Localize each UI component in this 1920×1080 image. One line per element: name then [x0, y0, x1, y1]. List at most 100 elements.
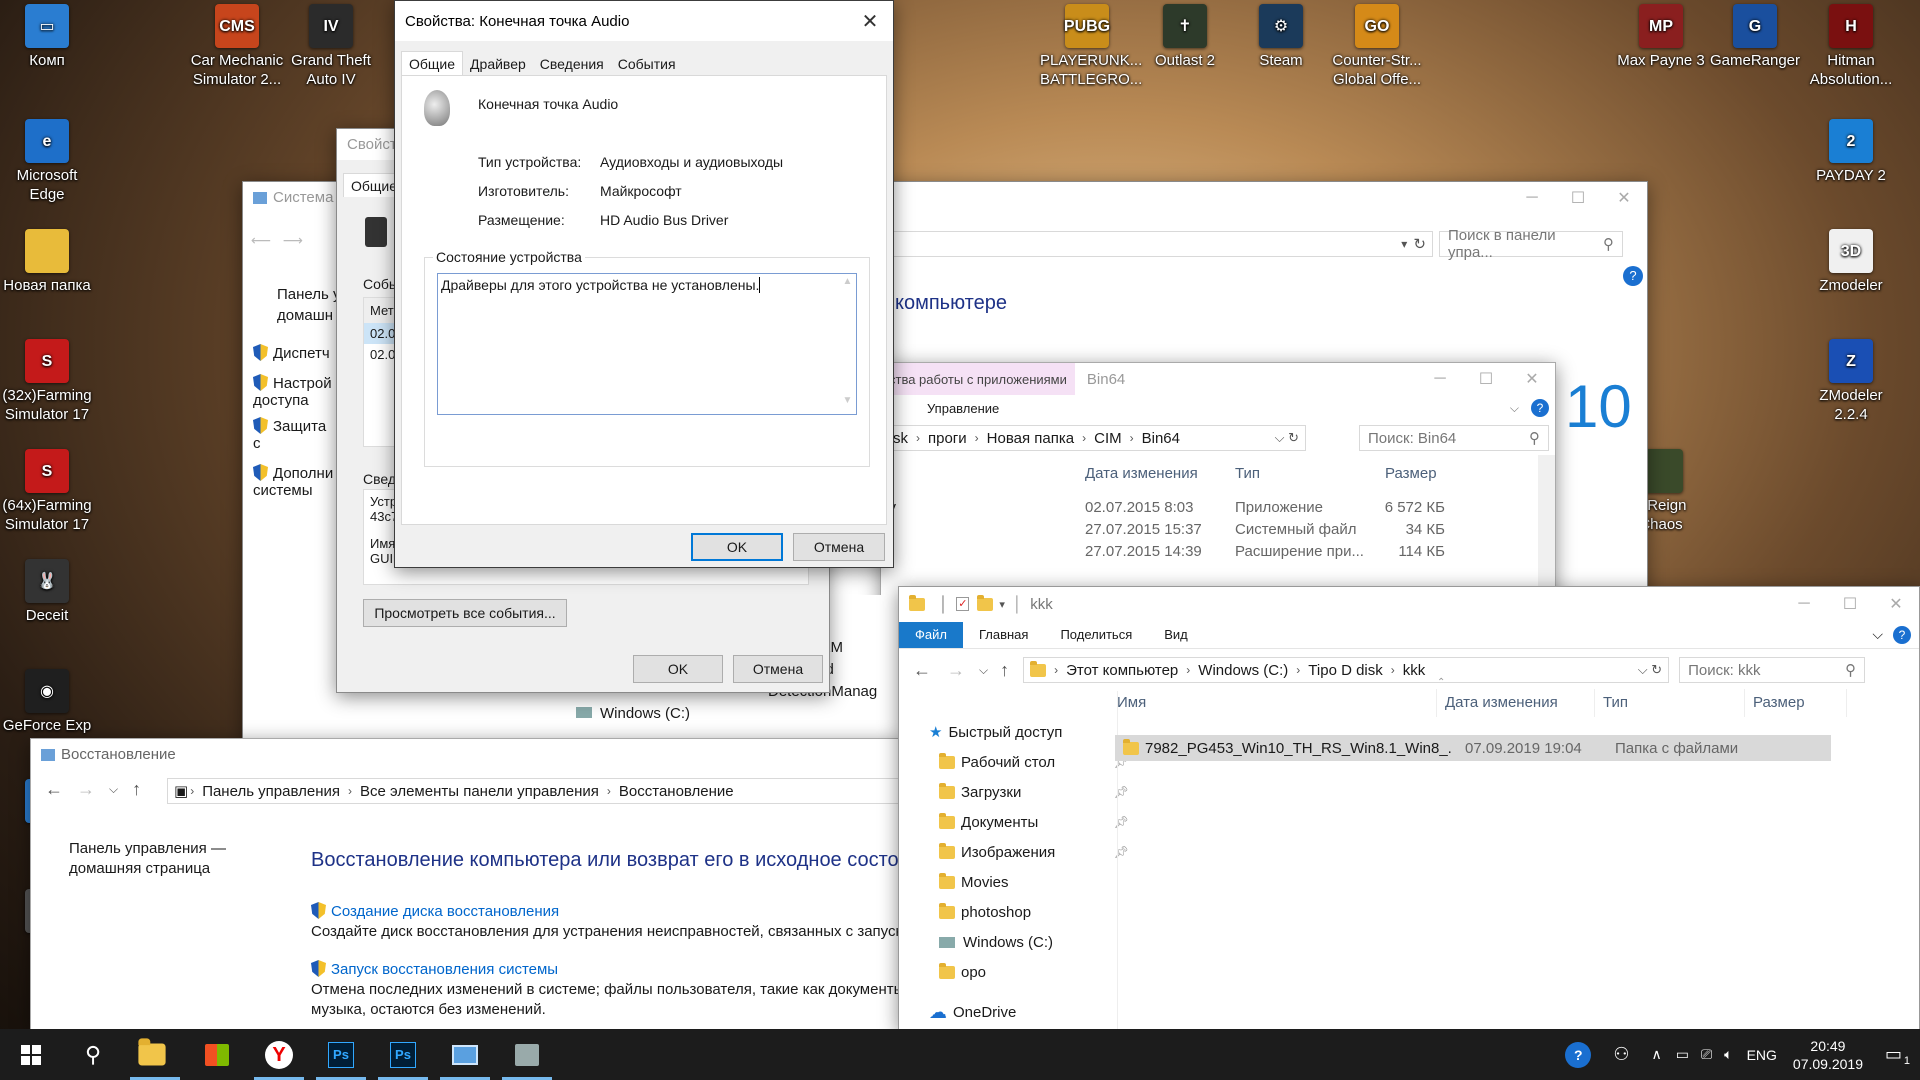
desktop-icon[interactable]: S (32x)Farming Simulator 17	[0, 339, 94, 424]
recent-dropdown-icon[interactable]: ⌵	[109, 782, 118, 797]
desktop-icon[interactable]: ✝ Outlast 2	[1138, 4, 1232, 70]
desktop-icon[interactable]: Z ZModeler 2.2.4	[1804, 339, 1898, 424]
search-button[interactable]: ⚲	[62, 1029, 124, 1080]
bin64-address-bar[interactable]: sk › проги › Новая папка › CIM › Bin64 ⌵ ↻	[881, 425, 1306, 451]
minimize-button[interactable]: ─	[1509, 182, 1555, 213]
desktop-icon[interactable]: G GameRanger	[1708, 4, 1802, 70]
recent-dropdown-icon[interactable]: ⌵	[979, 663, 988, 678]
taskbar-explorer[interactable]	[124, 1029, 186, 1080]
help-icon[interactable]: ?	[1893, 625, 1911, 644]
ribbon-tab-2[interactable]: Поделиться	[1044, 622, 1148, 648]
close-button[interactable]: ✕	[1601, 182, 1647, 213]
close-button[interactable]: ✕	[1873, 587, 1919, 621]
nav-item[interactable]: Рабочий стол 📌︎	[939, 747, 1129, 777]
recovery-window[interactable]: Восстановление ← → ⌵ ↑ ▣ › Панель управлен…	[30, 738, 904, 1030]
desktop-icon[interactable]: ⚙ Steam	[1234, 4, 1328, 70]
explorer-kkk[interactable]: │ ✓ ▾ │ kkk ─ ☐ ✕ Файл Главная Поделиться В…	[898, 586, 1920, 1030]
properties-icon[interactable]: ✓	[956, 597, 970, 611]
chevron-down-icon[interactable]: ⌵	[1510, 401, 1519, 416]
system-search-input[interactable]: Поиск в панели упра... ⚲	[1439, 227, 1623, 261]
nav-item[interactable]: ☁ OneDrive	[929, 997, 1129, 1027]
back-arrow-icon[interactable]: ←	[913, 660, 931, 681]
people-icon[interactable]: ⚇	[1613, 1044, 1629, 1065]
address-controls[interactable]: ⌵ ↻	[1638, 662, 1662, 678]
col-type[interactable]: Тип	[1235, 465, 1260, 482]
tab-2[interactable]: Сведения	[533, 53, 611, 75]
battery-icon[interactable]: ▭	[1676, 1046, 1689, 1063]
breadcrumb-item[interactable]: проги	[922, 430, 973, 447]
nav-item[interactable]: Windows (C:)	[939, 927, 1129, 957]
breadcrumb-item[interactable]: kkk	[1397, 662, 1432, 679]
desktop-icon[interactable]: e Microsoft Edge	[0, 119, 94, 204]
language-indicator[interactable]: ENG	[1747, 1047, 1777, 1063]
close-button[interactable]: ✕	[847, 1, 893, 41]
desktop-icon[interactable]: ◉ GeForce Exp	[0, 669, 94, 735]
desktop-icon[interactable]: H Hitman Absolution...	[1804, 4, 1898, 89]
recovery-address-bar[interactable]: ▣ › Панель управления › Все элементы панели …	[167, 778, 903, 804]
status-textbox[interactable]: Драйверы для этого устройства не установ…	[437, 273, 857, 415]
system-side-home[interactable]: Панель у домашн	[277, 284, 341, 326]
taskbar-device-manager[interactable]	[496, 1029, 558, 1080]
nav-item[interactable]: Документы 📌︎	[939, 807, 1129, 837]
maximize-button[interactable]: ☐	[1463, 363, 1509, 395]
breadcrumb-item[interactable]: Все элементы панели управления	[354, 783, 605, 800]
bin64-ribbon-manage[interactable]: Управление	[927, 401, 999, 416]
desktop-icon[interactable]: IV Grand Theft Auto IV	[284, 4, 378, 89]
sidebar-link[interactable]: Настрой доступа	[253, 374, 335, 409]
tab-3[interactable]: События	[611, 53, 683, 75]
col-name[interactable]: Имя	[1117, 689, 1437, 717]
ribbon-tab-1[interactable]: Главная	[963, 622, 1044, 648]
help-tray-icon[interactable]: ?	[1565, 1041, 1592, 1068]
qat-dropdown-icon[interactable]: ▾	[999, 598, 1005, 611]
forward-arrow-icon[interactable]: →	[947, 660, 965, 681]
desktop-icon[interactable]: CMS Car Mechanic Simulator 2...	[190, 4, 284, 89]
start-button[interactable]	[0, 1029, 62, 1080]
network-icon[interactable]: ⎚	[1701, 1046, 1712, 1063]
col-date[interactable]: Дата изменения	[1445, 689, 1595, 717]
system-address-bar[interactable]: ▾ ↻	[893, 231, 1433, 257]
breadcrumb-item[interactable]: CIM	[1088, 430, 1128, 447]
desktop-icon[interactable]: 2 PAYDAY 2	[1804, 119, 1898, 185]
breadcrumb-item[interactable]: Этот компьютер	[1060, 662, 1184, 679]
view-all-events-button[interactable]: Просмотреть все события...	[363, 599, 567, 627]
col-size[interactable]: Размер	[1753, 689, 1847, 717]
desktop-icon[interactable]: 3D Zmodeler	[1804, 229, 1898, 295]
nav-item[interactable]: ★ Быстрый доступ	[929, 717, 1129, 747]
bin64-ribbon-context-tab[interactable]: ства работы с приложениями	[881, 363, 1075, 395]
kkk-search-input[interactable]: Поиск: kkk ⚲	[1679, 657, 1866, 683]
col-size[interactable]: Размер	[1385, 465, 1437, 482]
recovery-side-home[interactable]: Панель управления — домашняя страница	[69, 839, 249, 879]
desktop-icon[interactable]: MP Max Payne 3	[1614, 4, 1708, 70]
desktop-icon[interactable]: ▭ Комп	[0, 4, 94, 70]
cancel-button[interactable]: Отмена	[793, 533, 885, 561]
taskbar-photoshop-2[interactable]: Ps	[372, 1029, 434, 1080]
back-arrow-icon[interactable]: ←	[45, 779, 63, 800]
breadcrumb-item[interactable]: Панель управления	[196, 783, 346, 800]
nav-item[interactable]: Загрузки 📌︎	[939, 777, 1129, 807]
ribbon-tab-3[interactable]: Вид	[1148, 622, 1204, 648]
volume-icon[interactable]: 🔈︎	[1724, 1046, 1732, 1063]
nav-item[interactable]: Movies	[939, 867, 1129, 897]
desktop-icon[interactable]: S (64x)Farming Simulator 17	[0, 449, 94, 534]
notification-center-button[interactable]: ▭ 1	[1885, 1044, 1910, 1067]
props-dialog[interactable]: Свойства: Конечная точка Audio ✕ Общие Др…	[394, 0, 894, 568]
breadcrumb-item[interactable]: Windows (C:)	[1192, 662, 1294, 679]
ok-button[interactable]: OK	[691, 533, 783, 561]
help-icon[interactable]: ?	[1531, 399, 1549, 417]
scrollbar[interactable]: ▲ ▼	[839, 274, 856, 414]
minimize-button[interactable]: ─	[1417, 363, 1463, 395]
recovery-link2[interactable]: Запуск восстановления системы	[311, 960, 558, 978]
clock[interactable]: 20:49 07.09.2019	[1793, 1037, 1863, 1073]
bin64-nav-drive[interactable]: Windows (C:)	[576, 705, 690, 722]
up-arrow-icon[interactable]: ↑	[132, 779, 141, 800]
forward-arrow-icon[interactable]: →	[77, 779, 95, 800]
col-type[interactable]: Тип	[1603, 689, 1745, 717]
table-row[interactable]: 7982_PG453_Win10_TH_RS_Win8.1_Win8_... 0…	[1115, 735, 1831, 761]
bin64-search-input[interactable]: Поиск: Bin64 ⚲	[1359, 425, 1549, 451]
address-controls[interactable]: ⌵ ↻	[1275, 430, 1299, 446]
sidebar-link[interactable]: Дополни системы	[253, 464, 335, 499]
desktop-icon[interactable]: PUBG PLAYERUNK... BATTLEGRO...	[1040, 4, 1142, 89]
help-icon[interactable]: ?	[1623, 266, 1643, 286]
nav-item[interactable]: Изображения 📌︎	[939, 837, 1129, 867]
maximize-button[interactable]: ☐	[1555, 182, 1601, 213]
